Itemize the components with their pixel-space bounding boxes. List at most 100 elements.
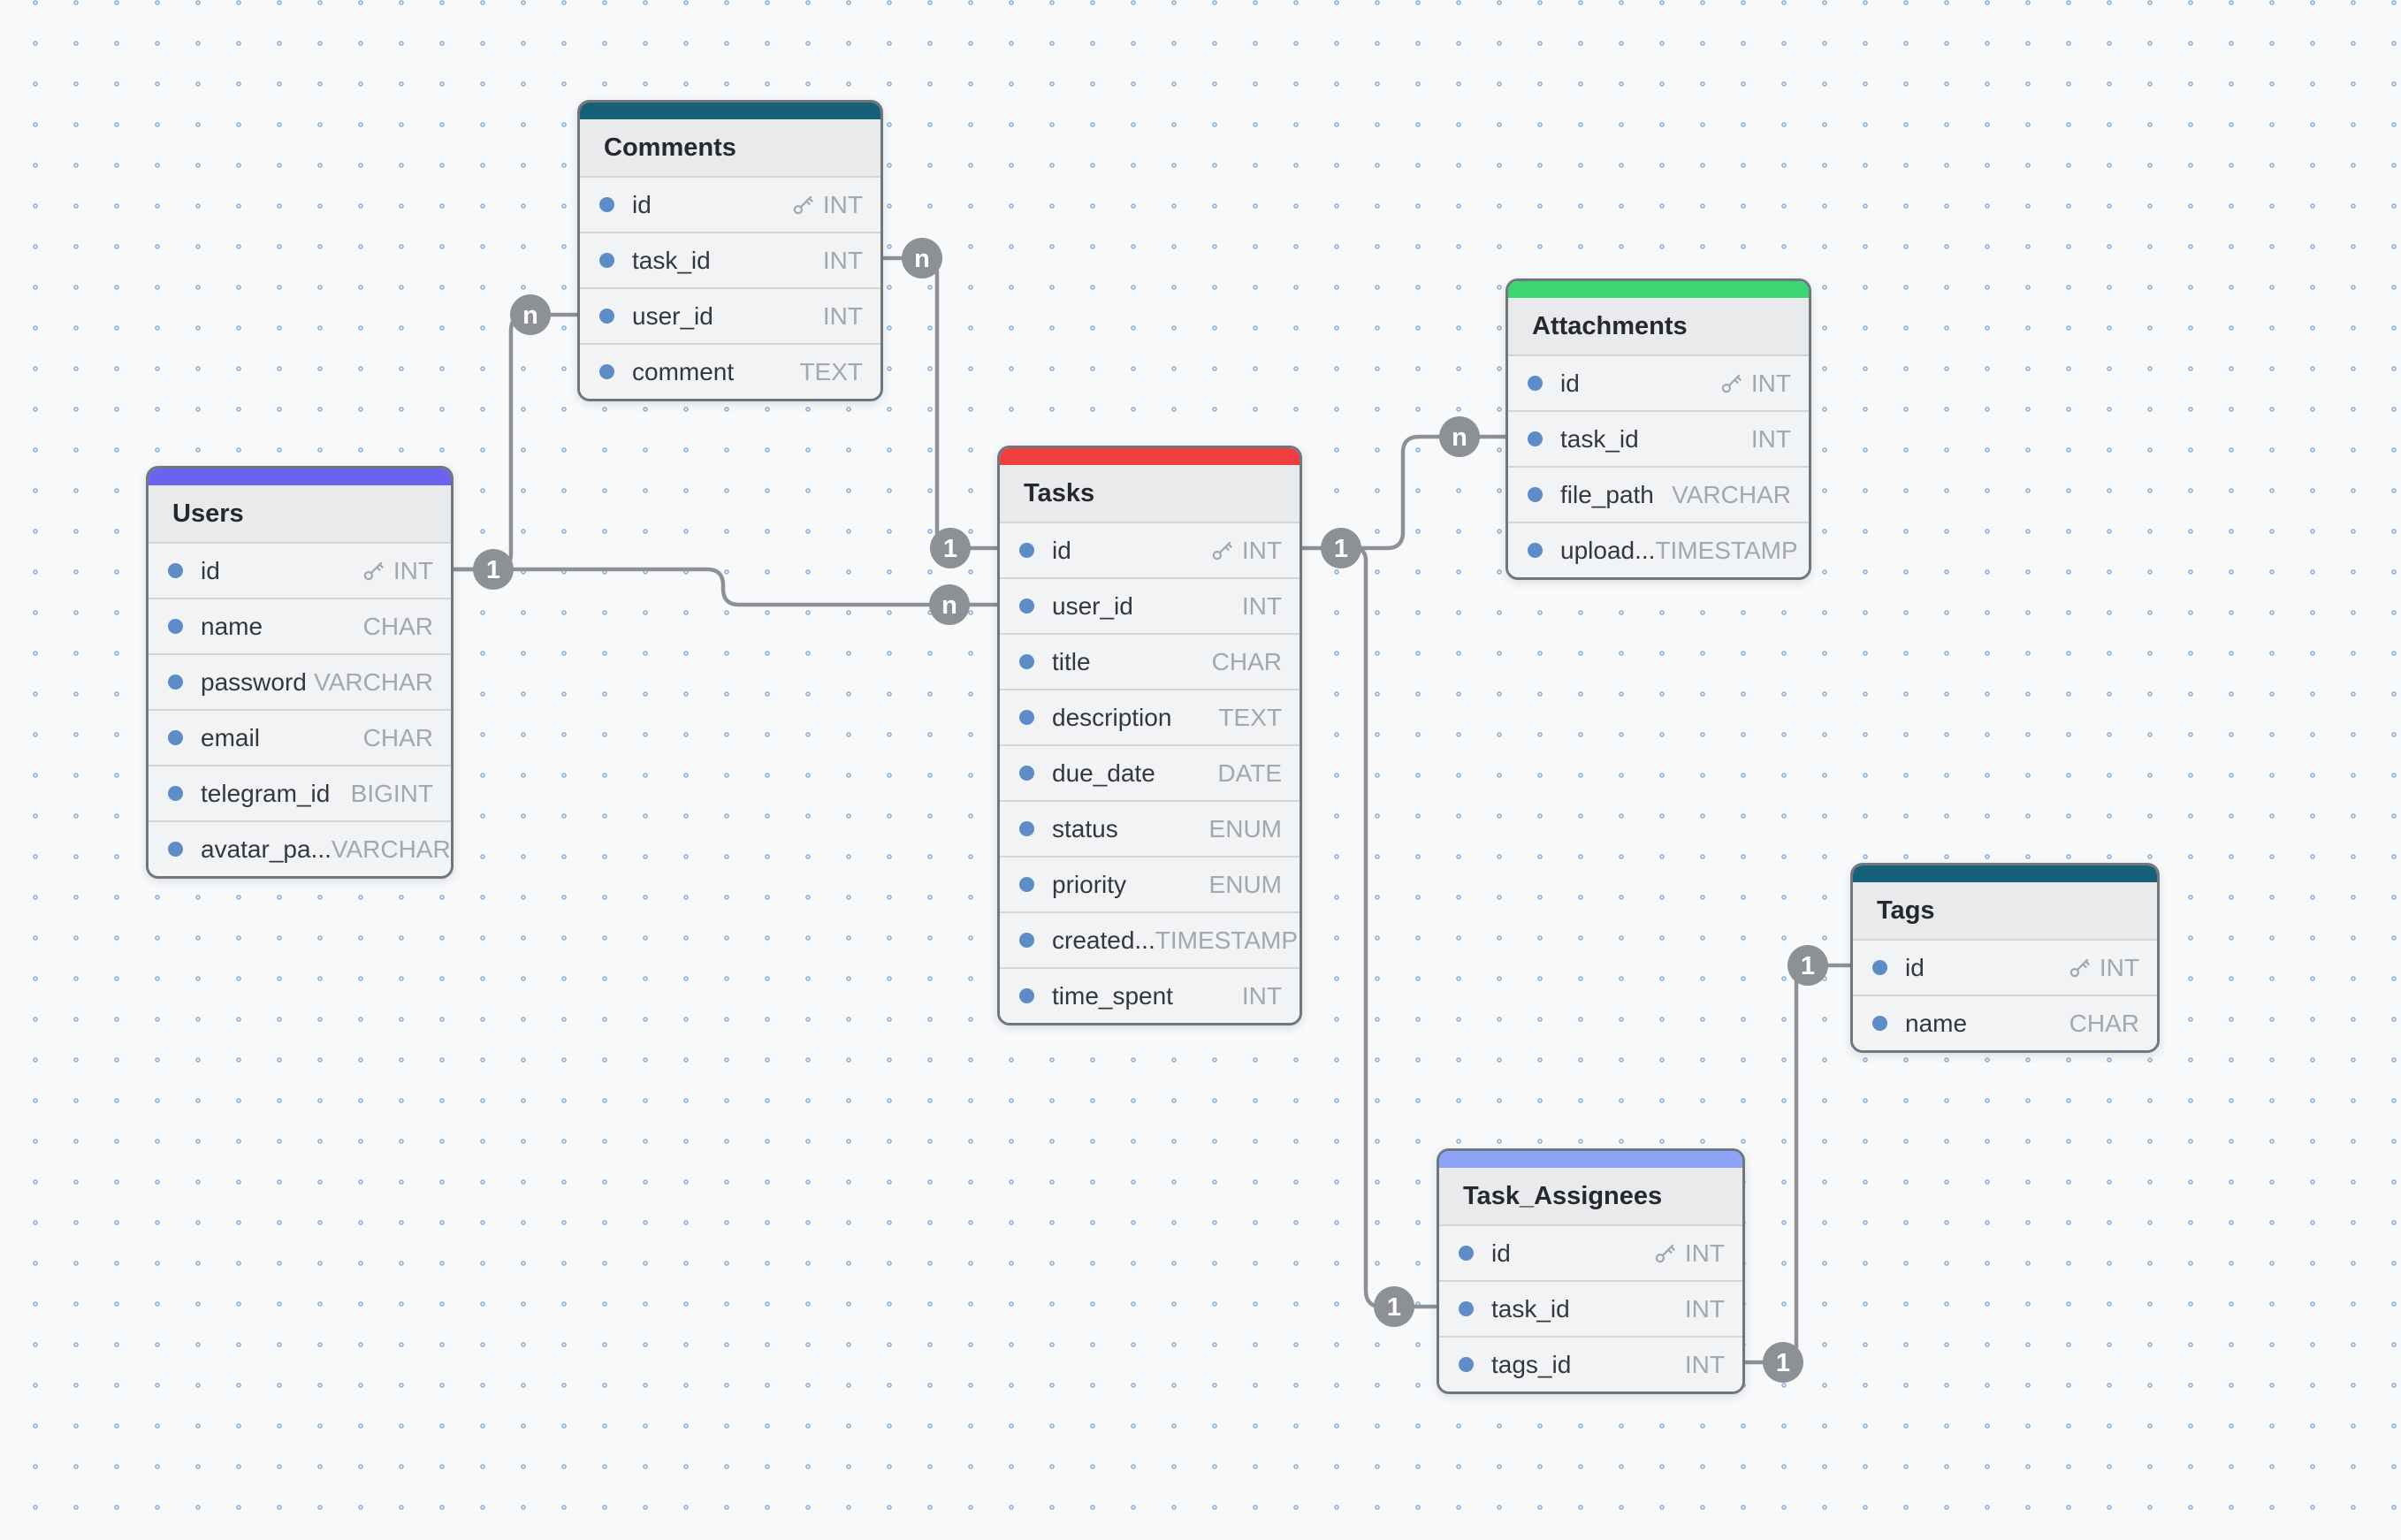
relationship-edge-tasks-id-to-task-assignees-task-id[interactable] — [1341, 548, 1437, 1307]
field-row-description[interactable]: descriptionTEXT — [1000, 689, 1300, 744]
field-name: user_id — [1052, 592, 1133, 621]
table-header-color-bar — [1439, 1151, 1742, 1168]
cardinality-marker[interactable]: n — [929, 584, 970, 625]
field-row-id[interactable]: id INT — [149, 542, 451, 598]
field-type-group: INT — [1653, 1239, 1725, 1268]
field-row-email[interactable]: email CHAR — [149, 709, 451, 765]
field-type-group: VARCHAR — [1672, 481, 1791, 509]
table-title-row[interactable]: Tasks — [1000, 465, 1300, 522]
cardinality-marker[interactable]: n — [1439, 416, 1480, 457]
field-type-group: INT — [1210, 537, 1282, 565]
field-row-password[interactable]: passwordVARCHAR — [149, 653, 451, 709]
cardinality-marker[interactable]: 1 — [1763, 1342, 1803, 1383]
field-name: name — [201, 613, 263, 641]
field-name: comment — [632, 358, 734, 386]
table-card-task_assignees[interactable]: Task_AssigneesidINTtask_idINTtags_idINT — [1437, 1148, 1745, 1394]
field-row-id[interactable]: id INT — [1853, 939, 2157, 995]
field-row-task_id[interactable]: task_idINT — [1439, 1280, 1742, 1336]
field-type-group: INT — [823, 247, 863, 275]
field-dot-icon — [1459, 1357, 1474, 1372]
cardinality-marker[interactable]: 1 — [930, 528, 971, 568]
cardinality-marker[interactable]: n — [510, 294, 551, 335]
table-title-row[interactable]: Users — [149, 485, 451, 542]
field-name: tags_id — [1491, 1351, 1571, 1379]
field-dot-icon — [1019, 821, 1034, 836]
cardinality-marker[interactable]: 1 — [1374, 1286, 1414, 1327]
field-row-avatar_pa[interactable]: avatar_pa...VARCHAR — [149, 820, 451, 876]
field-name: id — [1905, 954, 1925, 982]
field-name: user_id — [632, 302, 713, 331]
cardinality-marker[interactable]: 1 — [1321, 528, 1361, 568]
diagram-canvas[interactable]: 1nnn11n111 CommentsidINTtask_idINTuser_i… — [0, 0, 2401, 1540]
table-card-attachments[interactable]: AttachmentsidINTtask_idINTfile_pathVARCH… — [1505, 278, 1811, 580]
field-row-time_spent[interactable]: time_spent INT — [1000, 967, 1300, 1023]
field-row-user_id[interactable]: user_idINT — [1000, 577, 1300, 633]
field-row-title[interactable]: titleCHAR — [1000, 633, 1300, 689]
table-card-users[interactable]: Users id INT nameCHARpasswordVARCHAR email CH… — [146, 466, 454, 879]
cardinality-label: n — [941, 591, 957, 620]
field-type-group: INT — [1242, 982, 1282, 1010]
cardinality-marker[interactable]: 1 — [473, 549, 514, 590]
relationship-edge-tags-id-to-task-assignees-tags-id[interactable] — [1740, 965, 1850, 1362]
field-type-group: TIMESTAMP — [1655, 537, 1797, 565]
table-title-row[interactable]: Comments — [580, 119, 880, 176]
relationship-edge-users-id-to-tasks-user-id[interactable] — [448, 569, 997, 605]
field-row-status[interactable]: statusENUM — [1000, 800, 1300, 856]
field-dot-icon — [599, 309, 614, 324]
table-header-color-bar — [149, 469, 451, 485]
cardinality-marker[interactable]: 1 — [1787, 945, 1828, 986]
field-row-tags_id[interactable]: tags_idINT — [1439, 1336, 1742, 1391]
field-type: TEXT — [799, 358, 863, 386]
field-row-telegram_id[interactable]: telegram_idBIGINT — [149, 765, 451, 820]
field-row-comment[interactable]: comment TEXT — [580, 343, 880, 399]
field-row-id[interactable]: idINT — [1439, 1224, 1742, 1280]
field-row-id[interactable]: id INT — [580, 176, 880, 232]
field-type-group: INT — [362, 557, 433, 585]
cardinality-label: 1 — [1776, 1349, 1790, 1377]
field-row-upload[interactable]: upload...TIMESTAMP — [1508, 522, 1809, 577]
field-name: id — [201, 557, 220, 585]
relationship-edge-tasks-id-to-attachments-task-id[interactable] — [1297, 437, 1505, 548]
field-type: TIMESTAMP — [1155, 926, 1298, 955]
table-card-comments[interactable]: CommentsidINTtask_idINTuser_idINTcomment… — [577, 100, 883, 401]
relationship-edge-comments-task-id-to-tasks-id[interactable] — [877, 258, 997, 548]
field-type: ENUM — [1209, 871, 1282, 899]
field-dot-icon — [1019, 710, 1034, 725]
cardinality-label: 1 — [1801, 952, 1815, 980]
field-type-group: INT — [2068, 954, 2139, 982]
field-row-id[interactable]: idINT — [1508, 355, 1809, 410]
field-row-user_id[interactable]: user_idINT — [580, 287, 880, 343]
field-type-group: ENUM — [1209, 871, 1282, 899]
table-card-tags[interactable]: Tags id INT nameCHAR — [1850, 863, 2160, 1053]
table-title-row[interactable]: Attachments — [1508, 298, 1809, 355]
field-row-created[interactable]: created...TIMESTAMP — [1000, 911, 1300, 967]
table-title-row[interactable]: Tags — [1853, 882, 2157, 939]
relationship-edge-users-id-to-comments-user-id[interactable] — [448, 315, 577, 569]
field-row-file_path[interactable]: file_pathVARCHAR — [1508, 466, 1809, 522]
field-name: id — [632, 191, 652, 219]
field-row-priority[interactable]: priorityENUM — [1000, 856, 1300, 911]
field-type: CHAR — [363, 724, 433, 752]
field-type: CHAR — [1212, 648, 1282, 676]
field-type: VARCHAR — [332, 835, 451, 864]
table-card-tasks[interactable]: TasksidINTuser_idINTtitleCHARdescription… — [997, 446, 1302, 1025]
field-name: email — [201, 724, 260, 752]
field-type: INT — [823, 191, 863, 219]
field-dot-icon — [1019, 877, 1034, 892]
field-row-due_date[interactable]: due_dateDATE — [1000, 744, 1300, 800]
cardinality-marker[interactable]: n — [902, 238, 942, 278]
primary-key-icon — [791, 193, 815, 217]
table-title-row[interactable]: Task_Assignees — [1439, 1168, 1742, 1224]
field-row-task_id[interactable]: task_idINT — [580, 232, 880, 287]
field-row-name[interactable]: nameCHAR — [149, 598, 451, 653]
field-row-task_id[interactable]: task_idINT — [1508, 410, 1809, 466]
table-title: Users — [172, 499, 244, 529]
field-row-id[interactable]: idINT — [1000, 522, 1300, 577]
field-row-name[interactable]: nameCHAR — [1853, 995, 2157, 1050]
field-type-group: INT — [1751, 425, 1791, 454]
field-type: INT — [1242, 982, 1282, 1010]
field-dot-icon — [168, 619, 183, 634]
field-name: time_spent — [1052, 982, 1173, 1010]
field-name: id — [1560, 370, 1580, 398]
field-type: DATE — [1217, 759, 1282, 788]
